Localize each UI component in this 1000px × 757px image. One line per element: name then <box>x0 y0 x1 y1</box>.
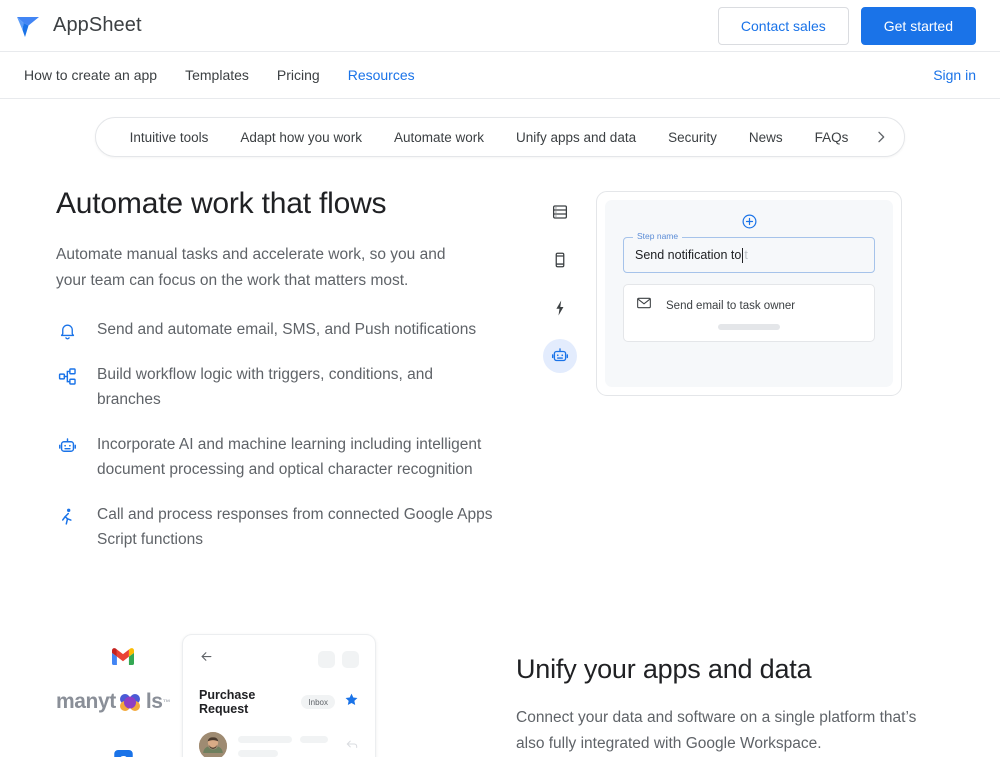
email-subject-row: Purchase Request Inbox <box>199 688 359 716</box>
feature-label: Send and automate email, SMS, and Push n… <box>97 321 477 338</box>
gmail-email-card: Purchase Request Inbox <box>182 634 376 757</box>
pill-item-adapt-how-you-work[interactable]: Adapt how you work <box>224 130 378 145</box>
unify-subtitle: Connect your data and software on a sing… <box>516 709 917 752</box>
secondary-navigation-bar: How to create an app Templates Pricing R… <box>0 52 1000 99</box>
pill-item-news[interactable]: News <box>733 130 799 145</box>
step-name-label: Step name <box>633 231 683 241</box>
top-header-bar: AppSheet Contact sales Get started <box>0 0 1000 52</box>
automation-mockup-inner: Step name Send notification to t Send ema… <box>605 200 893 387</box>
automation-step-label: Send email to task owner <box>666 299 796 312</box>
feature-label: Build workflow logic with triggers, cond… <box>97 366 433 408</box>
pill-item-security[interactable]: Security <box>652 130 733 145</box>
feature-item-notifications: Send and automate email, SMS, and Push n… <box>56 317 526 342</box>
appsheet-logo-icon <box>17 16 39 37</box>
reply-arrow-icon[interactable] <box>345 737 359 756</box>
brand-name: AppSheet <box>53 14 142 36</box>
unify-illustration: G manyt ls ™ <box>56 634 476 757</box>
subnav-link-pricing[interactable]: Pricing <box>277 67 320 83</box>
placeholder-chip <box>342 650 359 668</box>
mobile-device-icon[interactable] <box>543 243 577 277</box>
automation-step-placeholder-bar <box>718 324 780 330</box>
placeholder-line-row <box>238 735 334 743</box>
person-running-icon <box>56 505 78 527</box>
brand-logo-link[interactable]: AppSheet <box>14 12 142 40</box>
placeholder-line <box>300 735 328 743</box>
placeholder-line <box>238 735 292 743</box>
subnav-links: How to create an app Templates Pricing R… <box>24 67 415 83</box>
unify-text-column: Unify your apps and data Connect your da… <box>516 642 976 757</box>
unify-section: G manyt ls ™ <box>0 572 1000 757</box>
pill-item-unify-apps-and-data[interactable]: Unify apps and data <box>500 130 652 145</box>
feature-label: Incorporate AI and machine learning incl… <box>97 436 482 478</box>
feature-list: Send and automate email, SMS, and Push n… <box>56 317 526 552</box>
watermark-text-part2: ls <box>145 690 163 713</box>
placeholder-line <box>238 749 278 757</box>
page-title: Automate work that flows <box>56 187 387 220</box>
bell-notification-icon <box>56 320 78 342</box>
watermark-text-part1: manyt <box>56 690 116 713</box>
feature-label: Call and process responses from connecte… <box>97 506 493 548</box>
robot-smart-toy-icon[interactable] <box>543 339 577 373</box>
email-message-row <box>199 732 359 757</box>
watermark-logo-icon <box>116 692 146 712</box>
step-name-value: Send notification to <box>635 248 742 262</box>
manytools-watermark: manyt ls ™ <box>56 678 188 740</box>
database-table-icon[interactable] <box>543 195 577 229</box>
email-label-chip: Inbox <box>301 695 335 709</box>
pill-item-intuitive-tools[interactable]: Intuitive tools <box>114 130 225 145</box>
pill-item-faqs[interactable]: FAQs <box>799 130 865 145</box>
email-subject: Purchase Request <box>199 688 256 716</box>
arrow-back-icon[interactable] <box>199 649 214 669</box>
automation-mockup-card: Step name Send notification to t Send ema… <box>596 191 902 396</box>
get-started-button[interactable]: Get started <box>860 6 976 45</box>
mockup-icon-rail <box>540 191 580 572</box>
sign-in-link[interactable]: Sign in <box>933 67 976 83</box>
automation-step-card[interactable]: Send email to task owner <box>623 284 875 342</box>
step-name-input[interactable]: Step name Send notification to t <box>623 231 875 273</box>
placeholder-chip <box>318 650 335 668</box>
subnav-link-resources[interactable]: Resources <box>348 67 415 83</box>
star-filled-icon[interactable] <box>344 692 359 712</box>
feature-item-ai-ml: Incorporate AI and machine learning incl… <box>56 432 526 482</box>
account-tree-workflow-icon <box>56 365 78 387</box>
email-card-toolbar <box>199 649 359 669</box>
hero-mockup-column: Step name Send notification to t Send ema… <box>526 185 976 572</box>
contact-sales-button[interactable]: Contact sales <box>717 6 849 45</box>
subnav-link-how-to-create-an-app[interactable]: How to create an app <box>24 67 157 83</box>
hero-section: Automate work that flows Automate manual… <box>0 157 1000 572</box>
email-card-action-placeholders <box>318 650 359 668</box>
robot-smart-toy-icon <box>56 435 78 457</box>
automation-step-row: Send email to task owner <box>636 295 862 316</box>
feature-item-workflow-logic: Build workflow logic with triggers, cond… <box>56 362 526 412</box>
hero-subtitle: Automate manual tasks and accelerate wor… <box>56 246 446 289</box>
section-pill-nav-wrapper: Intuitive tools Adapt how you work Autom… <box>0 99 1000 157</box>
feature-item-apps-script: Call and process responses from connecte… <box>56 502 526 552</box>
text-caret <box>742 247 744 263</box>
google-g-badge-icon: G <box>114 750 133 757</box>
pill-item-automate-work[interactable]: Automate work <box>378 130 500 145</box>
chevron-right-icon[interactable] <box>864 120 898 154</box>
user-avatar <box>199 732 227 757</box>
add-circle-outline-icon[interactable] <box>623 213 875 230</box>
step-name-ghost-text: t <box>744 248 748 262</box>
watermark-tm: ™ <box>162 697 171 707</box>
unify-title: Unify your apps and data <box>516 654 812 684</box>
header-actions: Contact sales Get started <box>717 6 976 45</box>
section-pill-nav: Intuitive tools Adapt how you work Autom… <box>94 117 906 157</box>
envelope-mail-icon <box>636 295 652 316</box>
hero-text-column: Automate work that flows Automate manual… <box>56 185 526 572</box>
subnav-link-templates[interactable]: Templates <box>185 67 249 83</box>
gmail-logo-icon <box>112 648 134 670</box>
lightning-bolt-icon[interactable] <box>543 291 577 325</box>
email-preview-placeholders <box>238 735 334 757</box>
